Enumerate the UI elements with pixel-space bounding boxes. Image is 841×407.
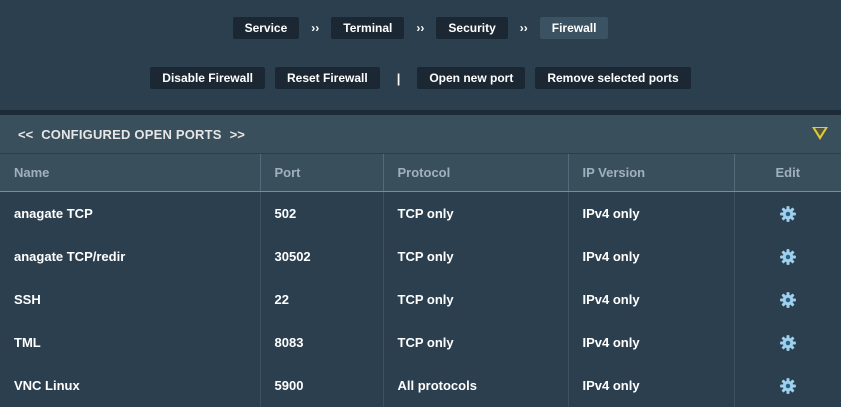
disable-firewall-button[interactable]: Disable Firewall (150, 67, 265, 89)
action-separator: | (396, 70, 401, 86)
cell-edit (734, 191, 841, 235)
gear-icon[interactable] (779, 377, 797, 395)
table-row[interactable]: VNC Linux 5900 All protocols IPv4 only (0, 364, 841, 407)
cell-ip-version: IPv4 only (568, 191, 735, 235)
breadcrumb-separator: ›› (519, 21, 528, 35)
cell-protocol: TCP only (383, 321, 569, 364)
cell-port: 8083 (260, 321, 384, 364)
ports-table: Name Port Protocol IP Version Edit anaga… (0, 154, 841, 407)
section-header: << CONFIGURED OPEN PORTS >> (0, 115, 841, 153)
column-header-edit: Edit (734, 154, 841, 192)
breadcrumb-terminal[interactable]: Terminal (331, 17, 405, 39)
table-row[interactable]: anagate TCP/redir 30502 TCP only IPv4 only (0, 235, 841, 278)
cell-port: 30502 (260, 235, 384, 278)
action-bar: Disable Firewall Reset Firewall | Open n… (0, 67, 841, 89)
cell-edit (734, 278, 841, 321)
table-row[interactable]: anagate TCP 502 TCP only IPv4 only (0, 191, 841, 235)
cell-edit (734, 235, 841, 278)
section-title: CONFIGURED OPEN PORTS (41, 126, 222, 142)
breadcrumb-separator: ›› (416, 21, 425, 35)
reset-firewall-button[interactable]: Reset Firewall (274, 67, 380, 89)
column-header-protocol[interactable]: Protocol (383, 154, 569, 192)
cell-ip-version: IPv4 only (568, 364, 735, 407)
cell-port: 22 (260, 278, 384, 321)
cell-name: SSH (0, 278, 261, 321)
table-row[interactable]: TML 8083 TCP only IPv4 only (0, 321, 841, 364)
triangle-down-icon[interactable] (812, 127, 828, 140)
remove-selected-ports-button[interactable]: Remove selected ports (535, 67, 691, 89)
cell-ip-version: IPv4 only (568, 278, 735, 321)
cell-edit (734, 364, 841, 407)
table-header-row: Name Port Protocol IP Version Edit (0, 154, 841, 192)
next-section-arrow[interactable]: >> (230, 127, 245, 142)
cell-protocol: TCP only (383, 278, 569, 321)
open-new-port-button[interactable]: Open new port (417, 67, 526, 89)
cell-protocol: TCP only (383, 191, 569, 235)
column-header-ip-version[interactable]: IP Version (568, 154, 735, 192)
breadcrumb-security[interactable]: Security (436, 17, 508, 39)
cell-port: 502 (260, 191, 384, 235)
cell-ip-version: IPv4 only (568, 321, 735, 364)
cell-protocol: TCP only (383, 235, 569, 278)
cell-ip-version: IPv4 only (568, 235, 735, 278)
cell-name: anagate TCP (0, 191, 261, 235)
previous-section-arrow[interactable]: << (18, 127, 33, 142)
cell-port: 5900 (260, 364, 384, 407)
breadcrumb-separator: ›› (311, 21, 320, 35)
breadcrumb-firewall[interactable]: Firewall (539, 17, 609, 39)
gear-icon[interactable] (779, 205, 797, 223)
column-header-name[interactable]: Name (0, 154, 261, 192)
cell-name: VNC Linux (0, 364, 261, 407)
table-row[interactable]: SSH 22 TCP only IPv4 only (0, 278, 841, 321)
cell-name: anagate TCP/redir (0, 235, 261, 278)
column-header-port[interactable]: Port (260, 154, 384, 192)
cell-protocol: All protocols (383, 364, 569, 407)
gear-icon[interactable] (779, 334, 797, 352)
top-toolbar: Service ›› Terminal ›› Security ›› Firew… (0, 0, 841, 110)
breadcrumb: Service ›› Terminal ›› Security ›› Firew… (0, 17, 841, 39)
cell-edit (734, 321, 841, 364)
gear-icon[interactable] (779, 248, 797, 266)
gear-icon[interactable] (779, 291, 797, 309)
breadcrumb-service[interactable]: Service (232, 17, 300, 39)
cell-name: TML (0, 321, 261, 364)
